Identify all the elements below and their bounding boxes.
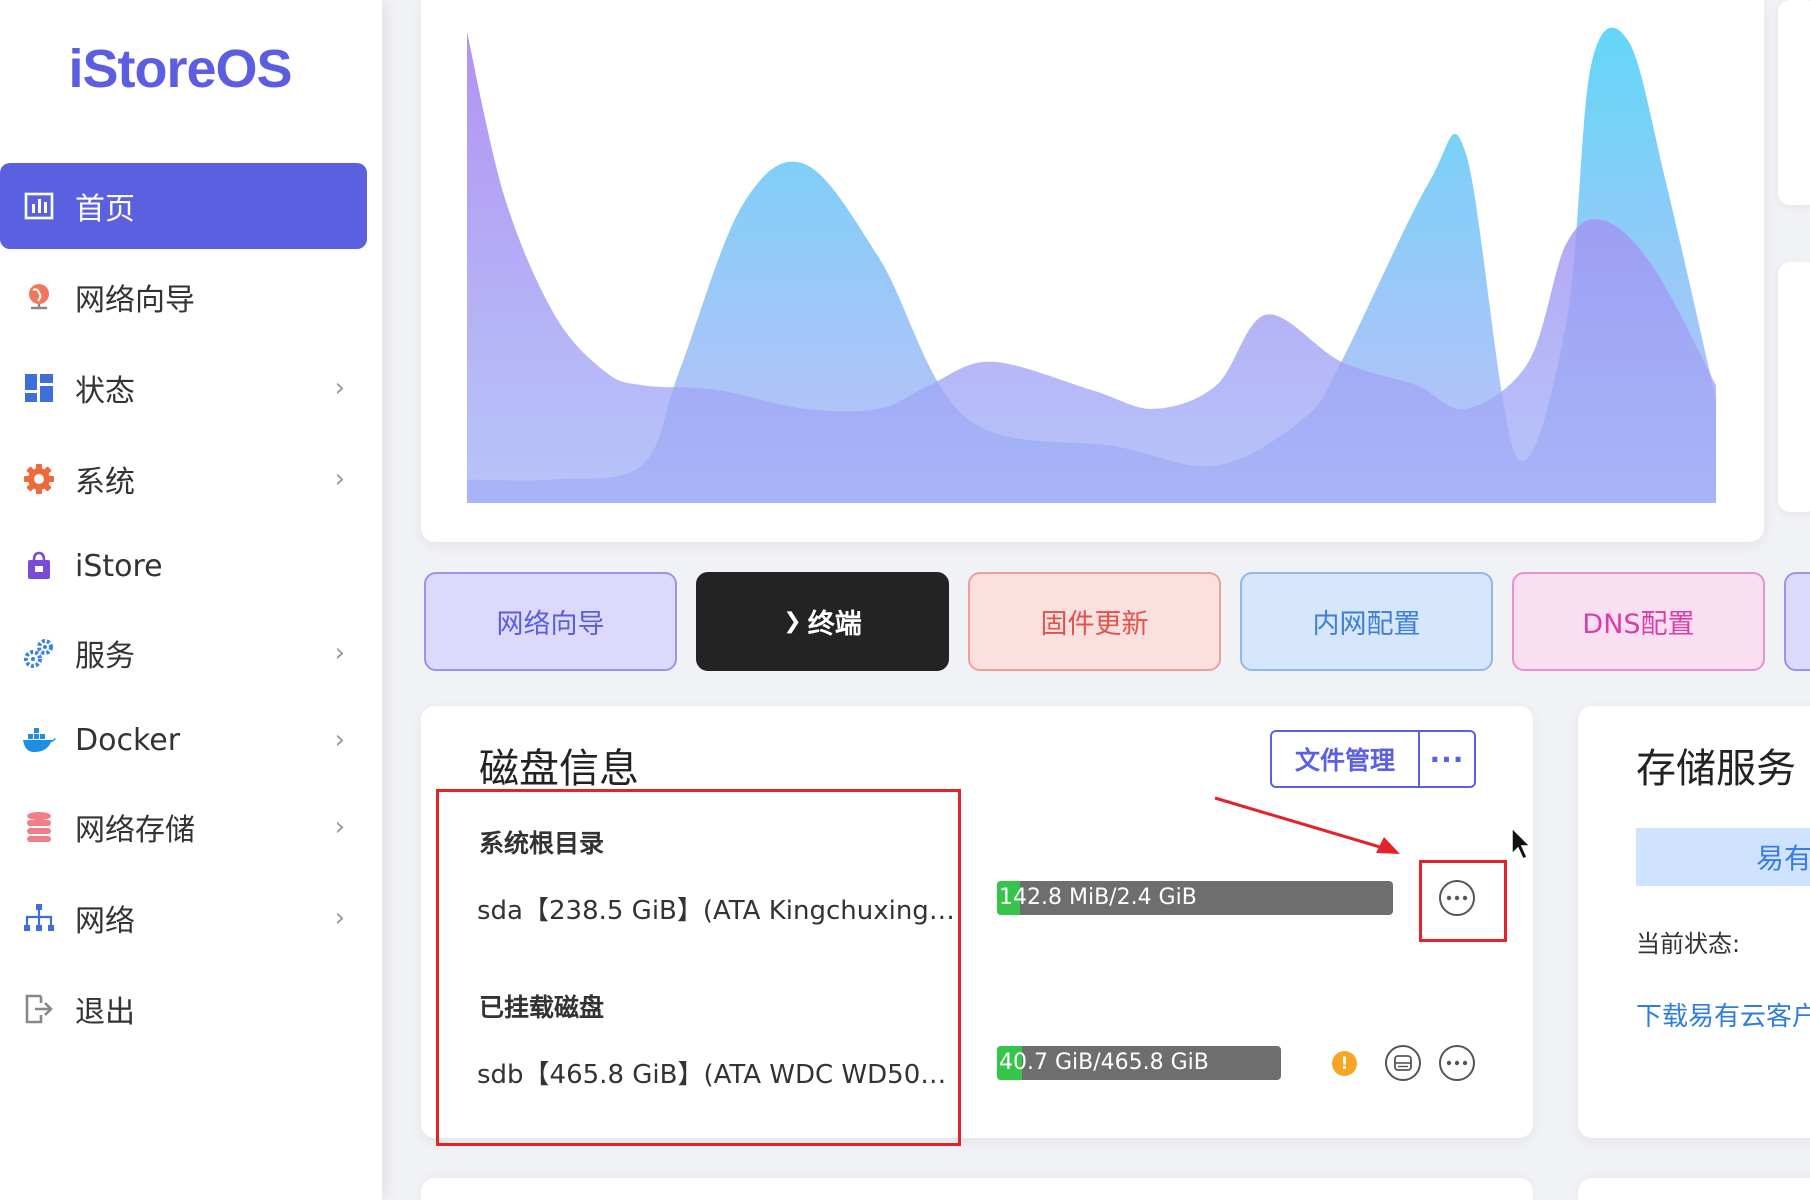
sidebar-item-status[interactable]: 状态 ›: [0, 345, 367, 431]
chevron-right-icon: ›: [334, 725, 345, 755]
annotation-box-disk-list: [436, 789, 961, 1146]
annotation-box-more-button: [1419, 860, 1507, 942]
gear-icon: [22, 462, 56, 496]
app-logo: iStoreOS: [68, 39, 292, 99]
disk-info-title: 磁盘信息: [479, 746, 639, 792]
sidebar-item-home[interactable]: 首页: [0, 163, 367, 249]
chart-series-area-2: [467, 32, 1716, 503]
terminal-prompt-icon: ❯: [783, 609, 802, 634]
sidebar-item-services[interactable]: 服务 ›: [0, 610, 367, 696]
warning-icon[interactable]: !: [1332, 1051, 1357, 1076]
button-label: 固件更新: [1040, 609, 1149, 640]
more-options-button[interactable]: ···: [1420, 732, 1474, 786]
dashboard-icon: [22, 189, 56, 223]
network-tree-icon: [22, 901, 56, 935]
sidebar-item-label: 系统: [75, 465, 135, 500]
globe-icon: [22, 280, 56, 314]
chevron-right-icon: ›: [334, 464, 345, 494]
traffic-chart-card: [421, 0, 1764, 542]
side-card-top: [1778, 0, 1810, 205]
sidebar-item-system[interactable]: 系统 ›: [0, 436, 367, 522]
button-label: 内网配置: [1312, 609, 1421, 640]
gears-icon: [22, 636, 56, 670]
sidebar-item-label: 首页: [75, 192, 135, 227]
side-card-middle: [1778, 262, 1810, 512]
sidebar-item-network[interactable]: 网络 ›: [0, 875, 367, 961]
sidebar-item-network-storage[interactable]: 网络存储 ›: [0, 784, 367, 870]
sidebar-item-label: 网络: [75, 904, 135, 939]
chevron-right-icon: ›: [334, 638, 345, 668]
quick-network-wizard-button[interactable]: 网络向导: [424, 572, 677, 671]
storage-status-label: 当前状态:: [1636, 930, 1741, 958]
sidebar-item-logout[interactable]: 退出: [0, 966, 367, 1052]
database-icon: [22, 810, 56, 844]
usage-bar-text: 142.8 MiB/2.4 GiB: [999, 885, 1197, 910]
button-label: DNS配置: [1582, 609, 1695, 640]
system-root-usage-bar: 142.8 MiB/2.4 GiB: [997, 881, 1393, 915]
usage-bar-text: 40.7 GiB/465.8 GiB: [999, 1050, 1209, 1075]
docker-whale-icon: [22, 723, 56, 757]
mounted-disk-usage-bar: 40.7 GiB/465.8 GiB: [997, 1046, 1281, 1080]
storage-tab-yiyou[interactable]: 易有: [1636, 828, 1810, 886]
quick-lan-config-button[interactable]: 内网配置: [1240, 572, 1493, 671]
mounted-disk-more-button[interactable]: [1439, 1045, 1475, 1081]
shopping-bag-icon: [22, 549, 56, 583]
quick-button-overflow[interactable]: [1784, 572, 1810, 671]
sidebar-item-label: 状态: [75, 374, 135, 409]
download-client-link[interactable]: 下载易有云客户: [1636, 996, 1810, 1033]
chevron-right-icon: ›: [334, 373, 345, 403]
sidebar-item-istore[interactable]: iStore: [0, 523, 367, 609]
storage-service-title: 存储服务: [1636, 746, 1796, 792]
sidebar-item-label: 网络向导: [75, 283, 195, 318]
button-label: 网络向导: [496, 609, 605, 640]
sidebar-item-network-wizard[interactable]: 网络向导: [0, 254, 367, 340]
sidebar-item-label: 网络存储: [75, 813, 195, 848]
sidebar-item-label: iStore: [75, 548, 163, 584]
bottom-card-left: [421, 1178, 1533, 1200]
grid-icon: [22, 371, 56, 405]
storage-service-card: 存储服务 易有 当前状态: 下载易有云客户: [1578, 706, 1810, 1138]
sidebar-item-docker[interactable]: Docker ›: [0, 697, 367, 783]
logout-icon: [22, 992, 56, 1026]
sidebar-item-label: 服务: [75, 639, 135, 674]
more-dots-icon: [1446, 1060, 1468, 1066]
annotation-arrow: [1214, 796, 1400, 854]
file-manager-button[interactable]: 文件管理: [1272, 732, 1420, 786]
mounted-disk-storage-button[interactable]: [1385, 1045, 1421, 1081]
button-label: 终端: [807, 609, 862, 640]
chevron-right-icon: ›: [334, 903, 345, 933]
bottom-card-right: [1578, 1178, 1810, 1200]
hard-drive-icon: [1394, 1055, 1412, 1071]
sidebar-item-label: Docker: [75, 722, 181, 758]
quick-terminal-button[interactable]: ❯ 终端: [696, 572, 949, 671]
file-manager-button-group: 文件管理 ···: [1270, 730, 1476, 788]
quick-dns-config-button[interactable]: DNS配置: [1512, 572, 1765, 671]
traffic-chart: [467, 27, 1716, 503]
chevron-right-icon: ›: [334, 812, 345, 842]
sidebar-item-label: 退出: [75, 995, 135, 1030]
quick-firmware-update-button[interactable]: 固件更新: [968, 572, 1221, 671]
mouse-cursor-icon: [1511, 826, 1532, 861]
sidebar: iStoreOS 首页 网络向导 状态 › 系统 › iStore 服务 › D…: [0, 0, 382, 1200]
